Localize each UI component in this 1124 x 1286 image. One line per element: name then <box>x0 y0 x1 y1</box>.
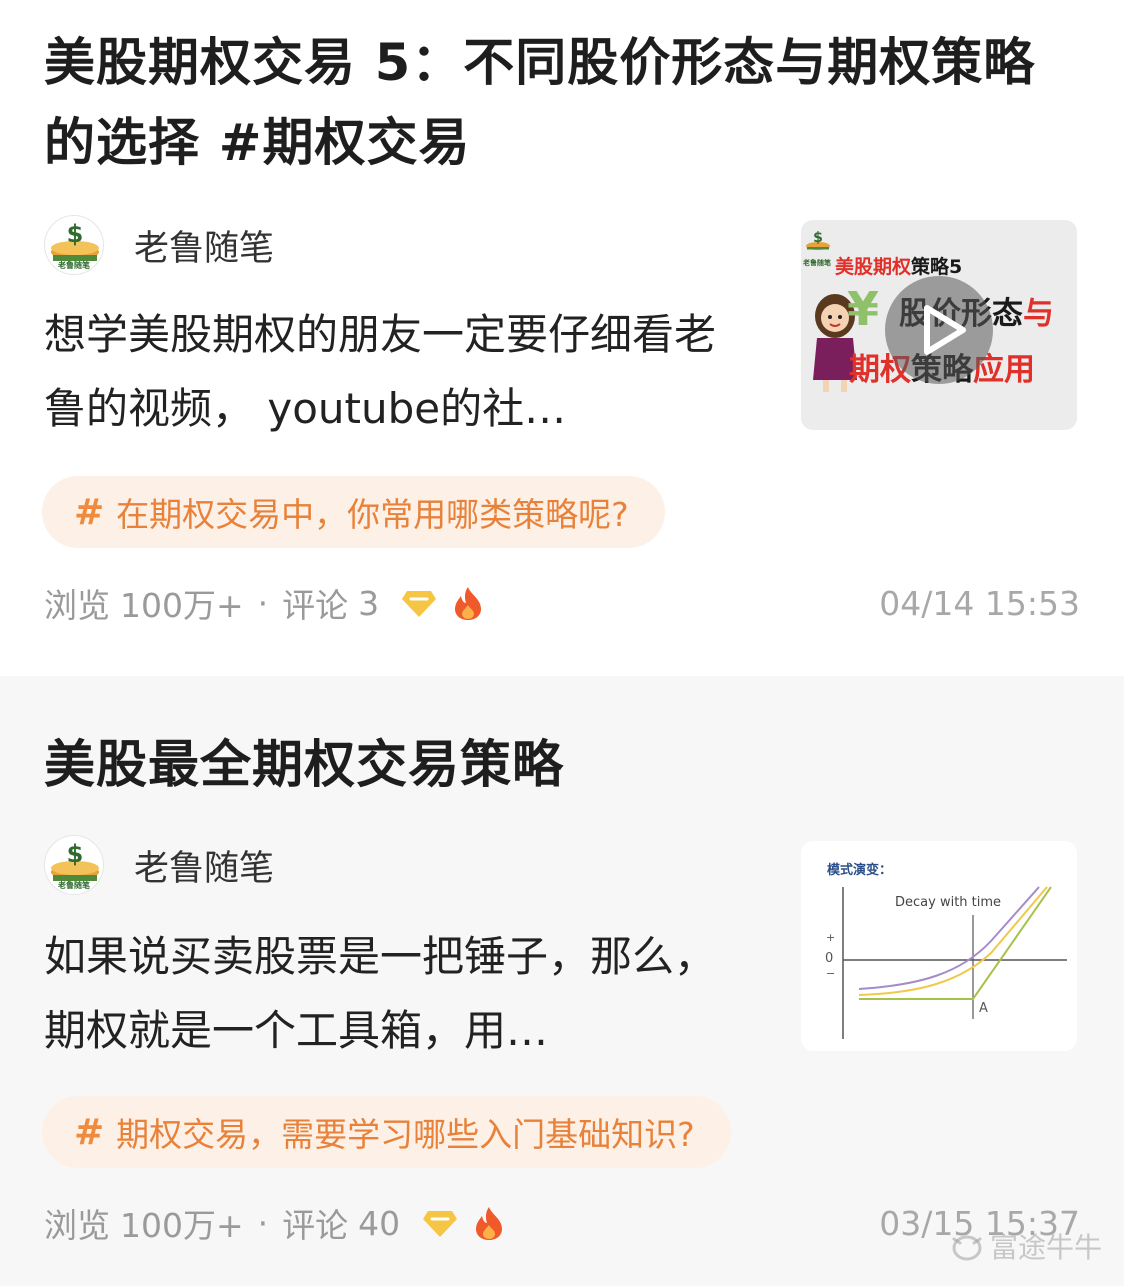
payoff-diagram <box>842 886 1067 1039</box>
bull-logo-icon <box>952 1235 982 1261</box>
avatar-caption: 老鲁随笔 <box>58 261 90 270</box>
gem-icon <box>422 1207 458 1239</box>
post-excerpt[interactable]: 如果说买卖股票是一把锤子，那么，期权就是一个工具箱，用… <box>44 920 744 1068</box>
author-name[interactable]: 老鲁随笔 <box>134 220 274 271</box>
author-row[interactable]: $ 老鲁随笔 老鲁随笔 <box>44 834 274 896</box>
thumb-line-1: 美股期权策略5 <box>835 256 963 278</box>
hash-icon: # <box>74 1111 105 1153</box>
topic-text: 在期权交易中，你常用哪类策略呢? <box>116 495 629 534</box>
author-name[interactable]: 老鲁随笔 <box>134 840 274 891</box>
comments-count: 40 <box>358 1203 401 1243</box>
views-count: 100万+ <box>120 1206 244 1245</box>
post-title[interactable]: 美股期权交易 5：不同股价形态与期权策略的选择 #期权交易 <box>44 24 1084 184</box>
video-thumbnail[interactable]: $ 老鲁随笔 美股期权策略5 ¥ 股价形态与 期权策略应用 <box>801 220 1077 430</box>
play-icon <box>924 305 966 355</box>
post-card-1[interactable]: 美股期权交易 5：不同股价形态与期权策略的选择 #期权交易 $ 老鲁随笔 老鲁随… <box>0 0 1124 676</box>
meta-separator: · <box>257 583 269 623</box>
fire-icon <box>472 1205 506 1241</box>
watermark-text: 富途牛牛 <box>989 1231 1102 1264</box>
svg-text:$: $ <box>67 220 84 248</box>
yen-symbol: ¥ <box>847 282 880 336</box>
post-card-2[interactable]: 美股最全期权交易策略 $ 老鲁随笔 老鲁随笔 如果说买卖股票是一把锤子，那么，期… <box>0 676 1124 1286</box>
dollar-icon: $ <box>806 230 830 250</box>
chart-thumbnail[interactable]: 模式演变： Decay with time + 0 − A <box>801 841 1077 1051</box>
comments-label: 评论 <box>282 1206 349 1245</box>
post-meta: 浏览 100万+ · 评论 3 <box>44 578 485 628</box>
meta-separator: · <box>257 1203 269 1243</box>
gem-icon <box>401 587 437 619</box>
views-label: 浏览 <box>44 586 110 625</box>
comments-label: 评论 <box>282 586 349 625</box>
views-label: 浏览 <box>44 1206 110 1245</box>
comments-count: 3 <box>358 583 380 623</box>
post-title[interactable]: 美股最全期权交易策略 <box>44 726 1084 806</box>
topic-text: 期权交易，需要学习哪些入门基础知识? <box>116 1115 695 1154</box>
post-date: 04/14 15:53 <box>879 583 1080 623</box>
avatar-caption: 老鲁随笔 <box>58 881 90 890</box>
svg-text:$: $ <box>813 230 823 246</box>
watermark: 富途牛牛 <box>950 1226 1102 1266</box>
fire-icon <box>451 585 485 621</box>
avatar[interactable]: $ 老鲁随笔 <box>44 215 104 275</box>
post-meta: 浏览 100万+ · 评论 40 <box>44 1198 506 1248</box>
post-excerpt[interactable]: 想学美股期权的朋友一定要仔细看老鲁的视频， youtube的社… <box>44 298 744 446</box>
thumb-avatar-caption: 老鲁随笔 <box>803 259 831 267</box>
topic-tag[interactable]: # 期权交易，需要学习哪些入门基础知识? <box>42 1096 731 1168</box>
svg-text:$: $ <box>67 840 84 868</box>
topic-tag[interactable]: # 在期权交易中，你常用哪类策略呢? <box>42 476 665 548</box>
play-button[interactable] <box>885 276 993 384</box>
hash-icon: # <box>74 491 105 533</box>
author-row[interactable]: $ 老鲁随笔 老鲁随笔 <box>44 214 274 276</box>
avatar[interactable]: $ 老鲁随笔 <box>44 835 104 895</box>
views-count: 100万+ <box>120 586 244 625</box>
